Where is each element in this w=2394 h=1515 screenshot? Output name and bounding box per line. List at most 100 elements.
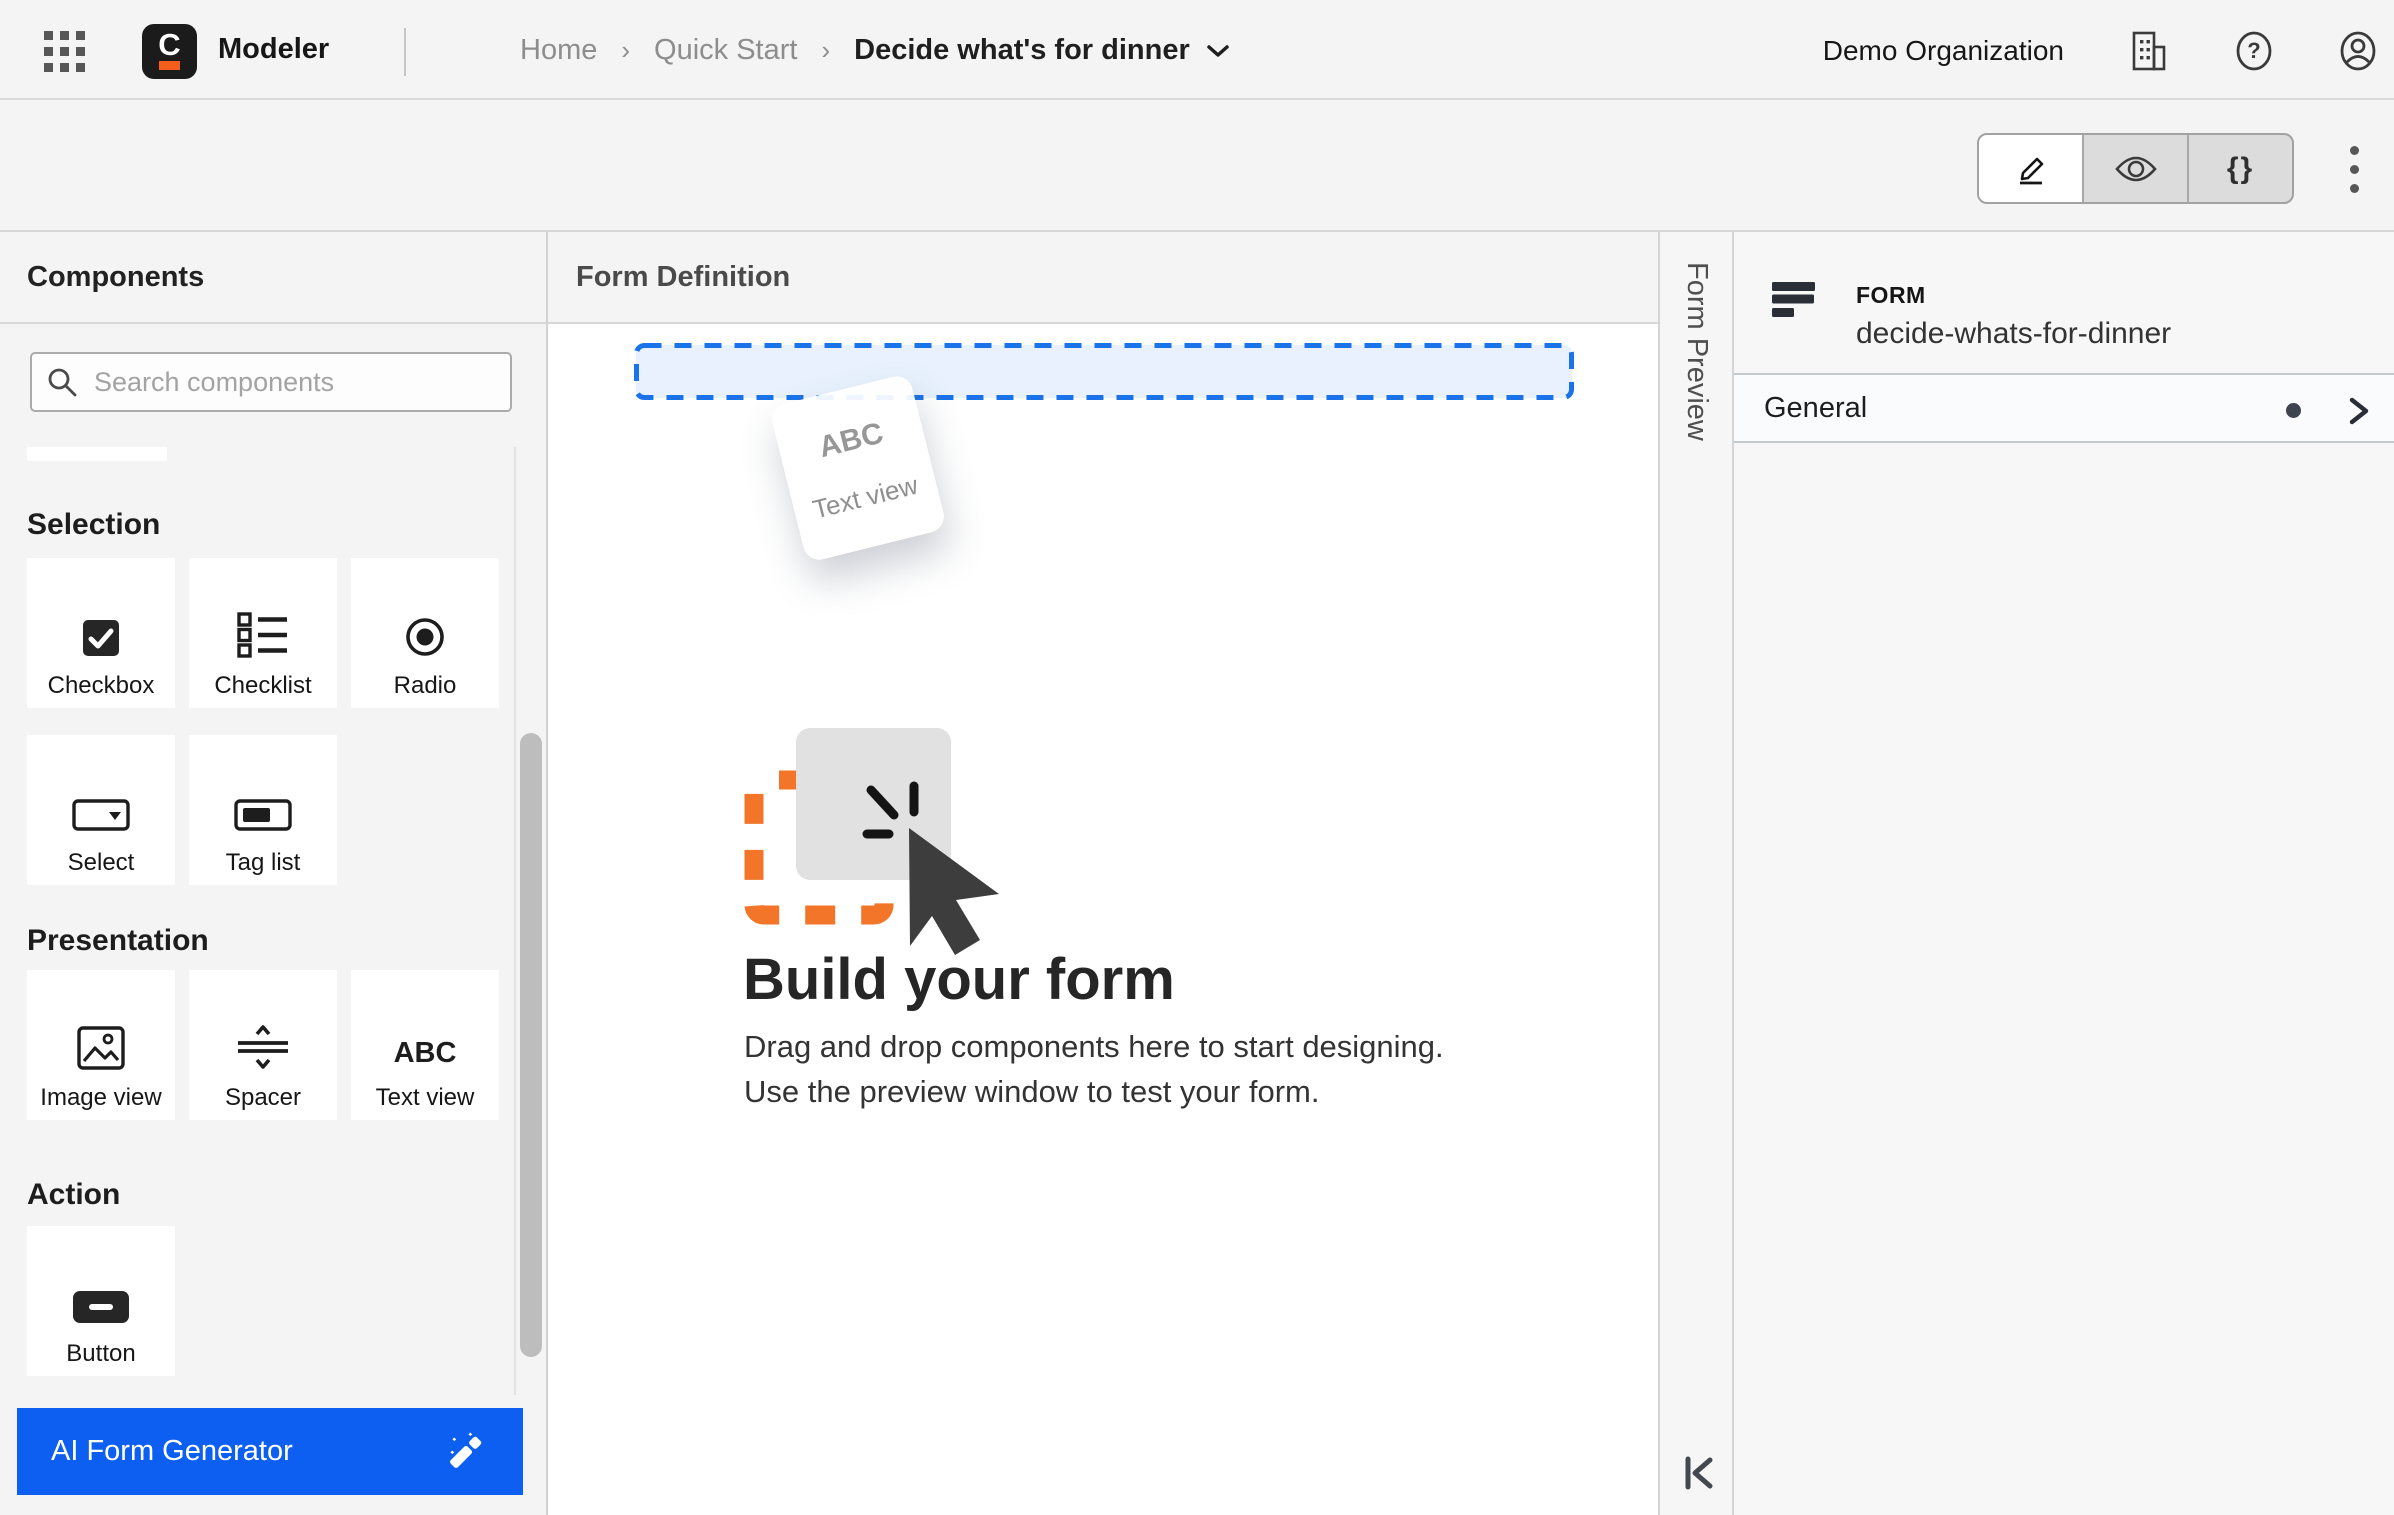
form-preview-tab-label: Form Preview <box>1681 262 1713 441</box>
action-tiles-row: Button <box>27 1226 175 1376</box>
component-tile-button[interactable]: Button <box>27 1226 175 1376</box>
dragged-component-ghost[interactable]: ABC Text view <box>768 372 948 564</box>
json-mode-button[interactable]: {} <box>2189 135 2292 202</box>
components-scrollbar-thumb[interactable] <box>520 733 542 1357</box>
checkbox-icon <box>83 620 119 656</box>
tag-list-icon <box>234 799 292 831</box>
components-panel-title: Components <box>27 260 205 293</box>
group-edited-dot <box>2286 403 2301 418</box>
section-label-presentation: Presentation <box>27 924 209 957</box>
pencil-icon <box>2019 157 2043 184</box>
breadcrumb-separator-icon: › <box>621 35 631 65</box>
tile-label: Tag list <box>225 849 301 876</box>
tile-label: Checklist <box>214 672 312 699</box>
properties-panel-header: FORM decide-whats-for-dinner <box>1772 282 2171 351</box>
chevron-down-icon <box>1207 44 1229 57</box>
general-group-label: General <box>1764 391 1868 424</box>
selection-tiles-row-2: Select Tag list <box>27 735 337 885</box>
drag-drop-illustration <box>744 728 999 955</box>
component-tile-spacer[interactable]: Spacer <box>189 970 337 1120</box>
form-id-value: decide-whats-for-dinner <box>1856 317 2172 350</box>
ghost-label: Text view <box>809 469 921 525</box>
app-switcher-grid-icon[interactable] <box>42 29 86 73</box>
spacer-icon <box>238 1025 288 1069</box>
element-type-label: FORM <box>1856 282 1926 308</box>
checklist-icon <box>237 612 287 658</box>
button-icon <box>73 1291 129 1323</box>
form-definition-title: Form Definition <box>576 260 791 293</box>
validate-mode-button[interactable] <box>2084 135 2189 202</box>
form-preview-tab[interactable]: Form Preview <box>1658 232 1734 1515</box>
breadcrumb-separator-icon: › <box>821 35 831 65</box>
tile-label: Spacer <box>224 1084 302 1111</box>
logo-letter: C <box>158 27 181 62</box>
logo-orange-bar <box>159 61 180 70</box>
overflow-menu-button[interactable] <box>2332 135 2376 203</box>
ghost-text-view-icon: ABC <box>815 415 887 464</box>
design-mode-button[interactable] <box>1979 135 2084 202</box>
radio-icon <box>406 618 444 656</box>
breadcrumb-current-file[interactable]: Decide what's for dinner <box>854 34 1230 67</box>
component-tile-checklist[interactable]: Checklist <box>189 558 337 708</box>
drop-target-zone[interactable] <box>634 343 1574 400</box>
selection-tiles-row-1: Checkbox Checklist Radio <box>27 558 499 708</box>
section-label-selection: Selection <box>27 508 161 541</box>
component-tile-tag-list[interactable]: Tag list <box>189 735 337 885</box>
select-icon <box>72 799 130 831</box>
partially-scrolled-tile <box>27 447 167 461</box>
breadcrumb-quick-start[interactable]: Quick Start <box>654 34 797 67</box>
chevron-right-icon <box>2349 397 2369 425</box>
general-group-row[interactable]: General <box>1734 373 2394 443</box>
svg-text:?: ? <box>2247 38 2260 63</box>
view-mode-toggle: {} <box>1977 133 2294 204</box>
camunda-logo[interactable]: C <box>142 24 197 79</box>
ai-form-generator-label: AI Form Generator <box>51 1435 293 1467</box>
organization-building-icon[interactable] <box>2126 29 2170 73</box>
tile-label: Button <box>66 1340 136 1367</box>
form-definition-body[interactable]: ABC Text view Build your form Drag and d… <box>548 324 1658 1515</box>
image-view-icon <box>77 1026 125 1070</box>
collapse-panel-icon[interactable] <box>1682 1453 1718 1493</box>
tile-label: Select <box>67 849 135 876</box>
components-panel-header: Components <box>0 232 546 324</box>
organization-name: Demo Organization <box>1822 35 2064 66</box>
ai-form-generator-button[interactable]: AI Form Generator <box>17 1408 523 1495</box>
form-element-icon <box>1772 282 1815 317</box>
tile-label: Checkbox <box>47 672 155 699</box>
components-panel: Components Selection Checkbox <box>0 232 548 1515</box>
presentation-tiles-row: Image view Spacer ABC Text view <box>27 970 499 1120</box>
component-tile-text-view[interactable]: ABC Text view <box>351 970 499 1120</box>
components-scrollbar-track[interactable] <box>514 447 545 1395</box>
top-bar: C Modeler Home › Quick Start › Decide wh… <box>0 0 2394 100</box>
component-tile-checkbox[interactable]: Checkbox <box>27 558 175 708</box>
app-name: Modeler <box>218 33 330 65</box>
eye-icon <box>2114 156 2157 181</box>
section-label-action: Action <box>27 1178 121 1211</box>
empty-state-heading: Build your form <box>743 947 1175 1012</box>
component-tile-select[interactable]: Select <box>27 735 175 885</box>
drop-target-dashed-border <box>634 343 1574 400</box>
account-icon[interactable] <box>2336 29 2380 73</box>
search-input[interactable] <box>30 352 512 412</box>
form-definition-canvas: Form Definition ABC Text view Build your… <box>548 232 1658 1515</box>
breadcrumb: Home › Quick Start › Decide what's for d… <box>520 34 1230 67</box>
empty-state-line2: Use the preview window to test your form… <box>744 1074 1320 1109</box>
empty-state-line1: Drag and drop components here to start d… <box>744 1029 1444 1064</box>
search-icon <box>48 368 77 397</box>
topbar-divider <box>404 28 406 76</box>
empty-state-description: Drag and drop components here to start d… <box>744 1024 1444 1114</box>
form-definition-header: Form Definition <box>548 232 1658 324</box>
text-view-icon: ABC <box>393 1037 457 1069</box>
component-tile-image-view[interactable]: Image view <box>27 970 175 1120</box>
breadcrumb-home[interactable]: Home <box>520 34 597 67</box>
tile-label: Radio <box>393 672 457 699</box>
braces-icon: {} <box>2226 151 2255 185</box>
editor-toolbar: {} <box>0 102 2394 232</box>
cursor-arrow-icon <box>909 828 999 955</box>
help-icon[interactable]: ? <box>2232 29 2276 73</box>
magic-wand-icon <box>450 1431 482 1468</box>
tile-label: Text view <box>375 1084 475 1111</box>
components-search <box>30 352 512 412</box>
tile-label: Image view <box>40 1084 162 1111</box>
component-tile-radio[interactable]: Radio <box>351 558 499 708</box>
